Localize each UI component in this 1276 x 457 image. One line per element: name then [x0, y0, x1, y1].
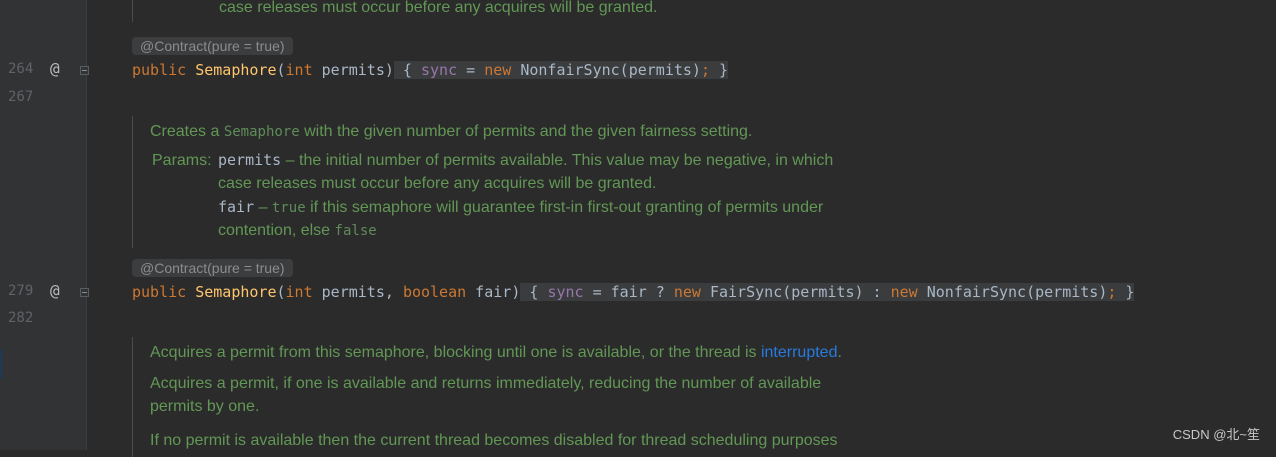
paren: ): [511, 283, 521, 301]
doc-text: – the initial number of permits availabl…: [281, 152, 834, 170]
doc-text: Creates a: [150, 123, 224, 140]
params-list: permits – the initial number of permits …: [218, 149, 833, 242]
code-line-279[interactable]: public Semaphore(int permits, boolean fa…: [132, 280, 1135, 304]
doc-text: case releases must occur before any acqu…: [219, 0, 658, 16]
param-name: fair: [218, 197, 255, 216]
doc-description: Acquires a permit from this semaphore, b…: [150, 341, 842, 364]
folded-body[interactable]: { sync = new NonfairSync(permits); }: [393, 61, 729, 79]
folded-body[interactable]: { sync = fair ? new FairSync(permits) : …: [520, 283, 1135, 301]
line-number: 264: [8, 61, 34, 77]
method-name: Semaphore: [195, 283, 277, 301]
doc-text: .: [837, 344, 842, 361]
operator: = fair ?: [583, 283, 674, 301]
doc-text: Acquires a permit from this semaphore, b…: [150, 344, 761, 361]
keyword-boolean: boolean: [402, 283, 467, 301]
doc-text: permits by one.: [150, 398, 260, 416]
keyword-public: public: [132, 283, 187, 301]
constructor-call: FairSync(permits) :: [700, 283, 891, 301]
doc-text: case releases must occur before any acqu…: [218, 175, 657, 193]
line-number: 267: [8, 89, 34, 105]
doc-code: Semaphore: [223, 124, 300, 140]
contract-annotation[interactable]: @Contract(pure = true): [132, 37, 293, 55]
doc-text: contention, else: [218, 221, 335, 239]
doc-text: If no permit is available then the curre…: [150, 431, 838, 449]
doc-code: true: [271, 199, 306, 216]
csdn-watermark: CSDN @北~笙: [1172, 427, 1260, 442]
code-line-264[interactable]: public Semaphore(int permits) { sync = n…: [132, 58, 729, 82]
operator: =: [457, 61, 485, 79]
param: permits: [312, 61, 385, 79]
brace: {: [393, 61, 421, 79]
brace: }: [710, 61, 729, 79]
paren: (: [276, 61, 286, 79]
annotation-gutter-icon[interactable]: @: [50, 281, 60, 300]
line-number: 279: [8, 283, 34, 299]
semicolon: ;: [700, 61, 710, 79]
doc-text: Acquires a permit, if one is available a…: [150, 375, 822, 393]
method-name: Semaphore: [195, 61, 277, 79]
field-sync: sync: [421, 61, 458, 79]
param: fair: [466, 283, 512, 301]
keyword-public: public: [132, 61, 187, 79]
doc-comment-block: Acquires a permit from this semaphore, b…: [132, 337, 842, 457]
doc-description: Creates a Semaphore with the given numbe…: [150, 120, 833, 143]
annotation-gutter-icon[interactable]: @: [50, 59, 60, 78]
doc-text: if this semaphore will guarantee first-i…: [305, 198, 824, 216]
doc-comment-block: Creates a Semaphore with the given numbe…: [132, 116, 833, 248]
constructor-call: NonfairSync(permits): [917, 283, 1108, 301]
doc-comment-block: case releases must occur before any acqu…: [132, 0, 657, 22]
params-label: Params:: [152, 152, 212, 170]
paren: (: [276, 283, 286, 301]
doc-params: Params: permits – the initial number of …: [150, 149, 833, 242]
keyword-int: int: [285, 283, 313, 301]
doc-text: with the given number of permits and the…: [299, 123, 753, 140]
doc-text: –: [254, 198, 272, 216]
param-name: permits: [218, 151, 282, 170]
doc-code: false: [334, 222, 377, 239]
contract-annotation[interactable]: @Contract(pure = true): [132, 259, 293, 277]
gutter-change-marker: [0, 350, 2, 378]
fold-icon[interactable]: [80, 288, 89, 297]
constructor-call: NonfairSync(permits): [511, 61, 701, 79]
line-number: 282: [8, 310, 34, 326]
field-sync: sync: [547, 283, 584, 301]
fold-icon[interactable]: [80, 66, 89, 75]
keyword-new: new: [890, 283, 918, 301]
brace: {: [520, 283, 548, 301]
keyword-new: new: [673, 283, 701, 301]
param: permits,: [312, 283, 403, 301]
paren: ): [384, 61, 394, 79]
brace: }: [1116, 283, 1135, 301]
keyword-int: int: [285, 61, 313, 79]
doc-link-interrupted[interactable]: interrupted: [761, 344, 838, 361]
keyword-new: new: [484, 61, 512, 79]
